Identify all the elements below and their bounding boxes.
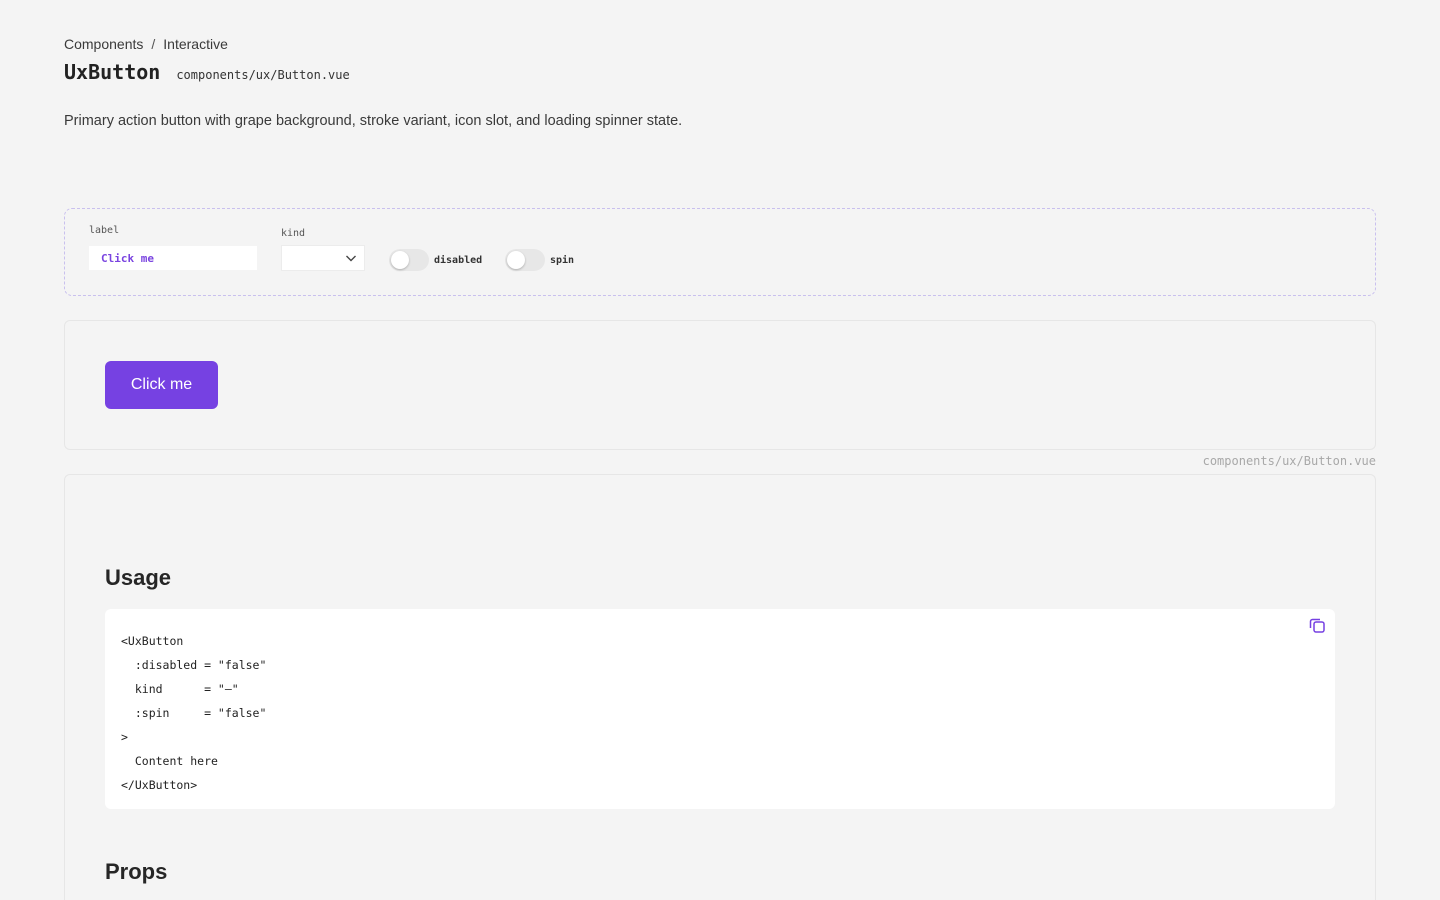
spin-toggle-knob	[507, 251, 525, 269]
preview-button[interactable]: Click me	[105, 361, 218, 409]
spin-toggle-label: spin	[550, 254, 575, 266]
copy-button[interactable]	[1305, 615, 1329, 639]
disabled-toggle[interactable]: disabled	[389, 249, 482, 271]
kind-control-caption: kind	[281, 228, 306, 239]
disabled-toggle-label: disabled	[434, 254, 483, 266]
title-row: UxButton components/ux/Button.vue	[64, 60, 350, 84]
usage-heading: Usage	[105, 565, 172, 590]
file-caption: components/ux/Button.vue	[1202, 454, 1376, 468]
breadcrumb-item-interactive[interactable]: Interactive	[163, 36, 228, 52]
breadcrumb-item-components[interactable]: Components	[64, 36, 143, 52]
docs-panel: Usage <UxButton :disabled = "false" kind…	[64, 474, 1376, 900]
usage-code-block: <UxButton :disabled = "false" kind = "—"…	[105, 609, 1335, 809]
usage-code: <UxButton :disabled = "false" kind = "—"…	[121, 634, 267, 792]
spin-toggle[interactable]: spin	[505, 249, 574, 271]
kind-select[interactable]	[281, 245, 365, 271]
disabled-toggle-knob	[391, 251, 409, 269]
label-control-caption: label	[89, 225, 120, 236]
controls-panel: label kind disabled spin	[64, 208, 1376, 296]
breadcrumb-separator: /	[151, 36, 156, 52]
disabled-toggle-track[interactable]	[389, 249, 429, 271]
component-description: Primary action button with grape backgro…	[64, 113, 683, 129]
breadcrumb: Components / Interactive	[64, 36, 228, 52]
preview-panel: Click me	[64, 320, 1376, 450]
component-path: components/ux/Button.vue	[176, 68, 350, 82]
label-input[interactable]	[89, 246, 257, 270]
page-title: UxButton	[64, 60, 161, 84]
spin-toggle-track[interactable]	[505, 249, 545, 271]
props-heading: Props	[105, 859, 168, 884]
copy-icon	[1307, 615, 1327, 640]
chevron-down-icon	[344, 251, 358, 270]
